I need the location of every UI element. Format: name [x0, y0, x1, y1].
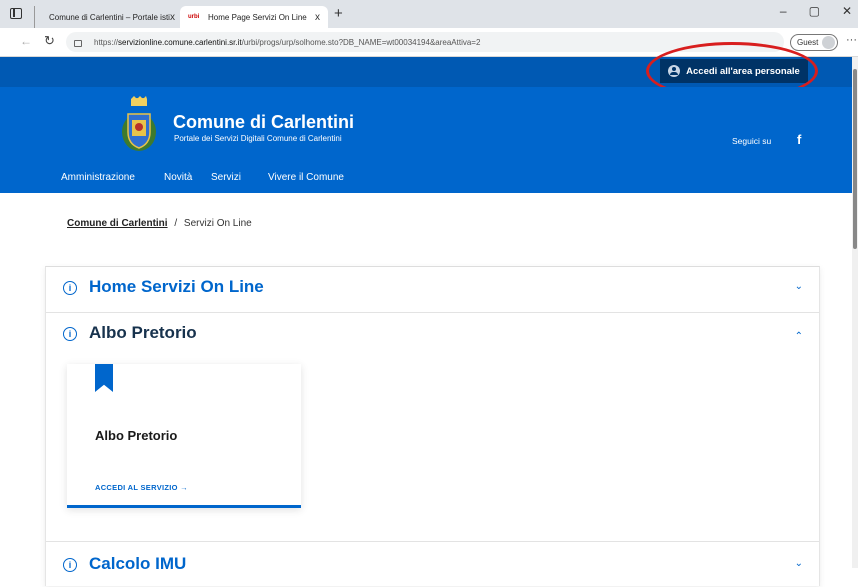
breadcrumb-current: Servizi On Line — [183, 218, 252, 229]
scrollbar-thumb[interactable] — [853, 69, 857, 249]
bookmark-icon — [95, 364, 113, 392]
site-subtitle: Portale dei Servizi Digitali Comune di C… — [174, 134, 342, 143]
window-controls: – ▢ ✕ — [780, 4, 858, 18]
browser-tab-2[interactable]: urbi Home Page Servizi On Line x — [180, 6, 328, 28]
menu-item-vivere-il-comune[interactable]: Vivere il Comune — [268, 172, 344, 183]
site-title[interactable]: Comune di Carlentini — [173, 112, 354, 133]
close-icon[interactable]: x — [170, 12, 175, 23]
profile-button[interactable]: Guest — [790, 34, 838, 51]
menu-item-amministrazione[interactable]: Amministrazione — [61, 172, 135, 183]
tab-actions-icon[interactable] — [10, 8, 22, 19]
maximize-icon[interactable]: ▢ — [809, 4, 820, 18]
breadcrumb: Comune di Carlentini / Servizi On Line — [67, 218, 252, 229]
facebook-icon[interactable]: f — [797, 132, 801, 147]
breadcrumb-separator: / — [174, 218, 178, 229]
window-close-icon[interactable]: ✕ — [842, 4, 852, 18]
browser-tab-bar: Comune di Carlentini – Portale isti x ur… — [0, 0, 858, 28]
menu-item-servizi[interactable]: Servizi — [211, 172, 241, 183]
coat-of-arms-icon — [122, 96, 156, 151]
more-menu-icon[interactable]: ··· — [846, 34, 857, 46]
reload-icon[interactable]: ↻ — [44, 33, 55, 49]
tab-title: Comune di Carlentini – Portale isti — [49, 12, 170, 22]
close-icon[interactable]: x — [315, 12, 320, 23]
menu-item-novita[interactable]: Novità — [164, 172, 192, 183]
access-service-link[interactable]: ACCEDI AL SERVIZIO → — [95, 483, 188, 492]
avatar-icon — [822, 36, 835, 49]
social-label: Seguici su — [732, 136, 772, 146]
back-arrow-icon[interactable]: ← — [20, 34, 32, 48]
tab-title: Home Page Servizi On Line — [208, 12, 307, 22]
accordion-title: Albo Pretorio — [89, 323, 197, 342]
accordion-title: Calcolo IMU — [89, 554, 187, 573]
urbi-favicon-icon: urbi — [188, 13, 200, 20]
chevron-up-icon[interactable]: ⌃ — [795, 331, 803, 342]
browser-tab-1[interactable]: Comune di Carlentini – Portale isti x — [34, 6, 178, 28]
accordion-item-home-servizi[interactable]: i Home Servizi On Line ⌄ — [46, 267, 819, 313]
info-icon: i — [63, 327, 77, 341]
accordion-item-albo-pretorio[interactable]: i Albo Pretorio ⌃ — [46, 313, 819, 359]
url-host: servizionline.comune.carlentini.sr.it — [118, 37, 242, 47]
chevron-down-icon[interactable]: ⌄ — [795, 281, 803, 292]
info-icon: i — [63, 281, 77, 295]
breadcrumb-home-link[interactable]: Comune di Carlentini — [67, 218, 168, 229]
lock-icon — [74, 39, 82, 47]
accordion-item-calcolo-imu[interactable]: i Calcolo IMU ⌄ — [46, 541, 819, 587]
chevron-down-icon[interactable]: ⌄ — [795, 558, 803, 569]
minimize-icon[interactable]: – — [780, 4, 787, 18]
page-scrollbar[interactable] — [852, 57, 858, 568]
url-prefix: https:// — [94, 37, 119, 47]
info-icon: i — [63, 558, 77, 572]
accordion-title: Home Servizi On Line — [89, 277, 264, 296]
url-path: /urbi/progs/urp/solhome.sto?DB_NAME=wt00… — [241, 37, 481, 47]
card-title: Albo Pretorio — [95, 428, 178, 443]
service-card-albo-pretorio[interactable]: Albo Pretorio ACCEDI AL SERVIZIO → — [67, 364, 301, 508]
new-tab-button[interactable]: + — [334, 5, 343, 22]
profile-label: Guest — [797, 38, 819, 47]
